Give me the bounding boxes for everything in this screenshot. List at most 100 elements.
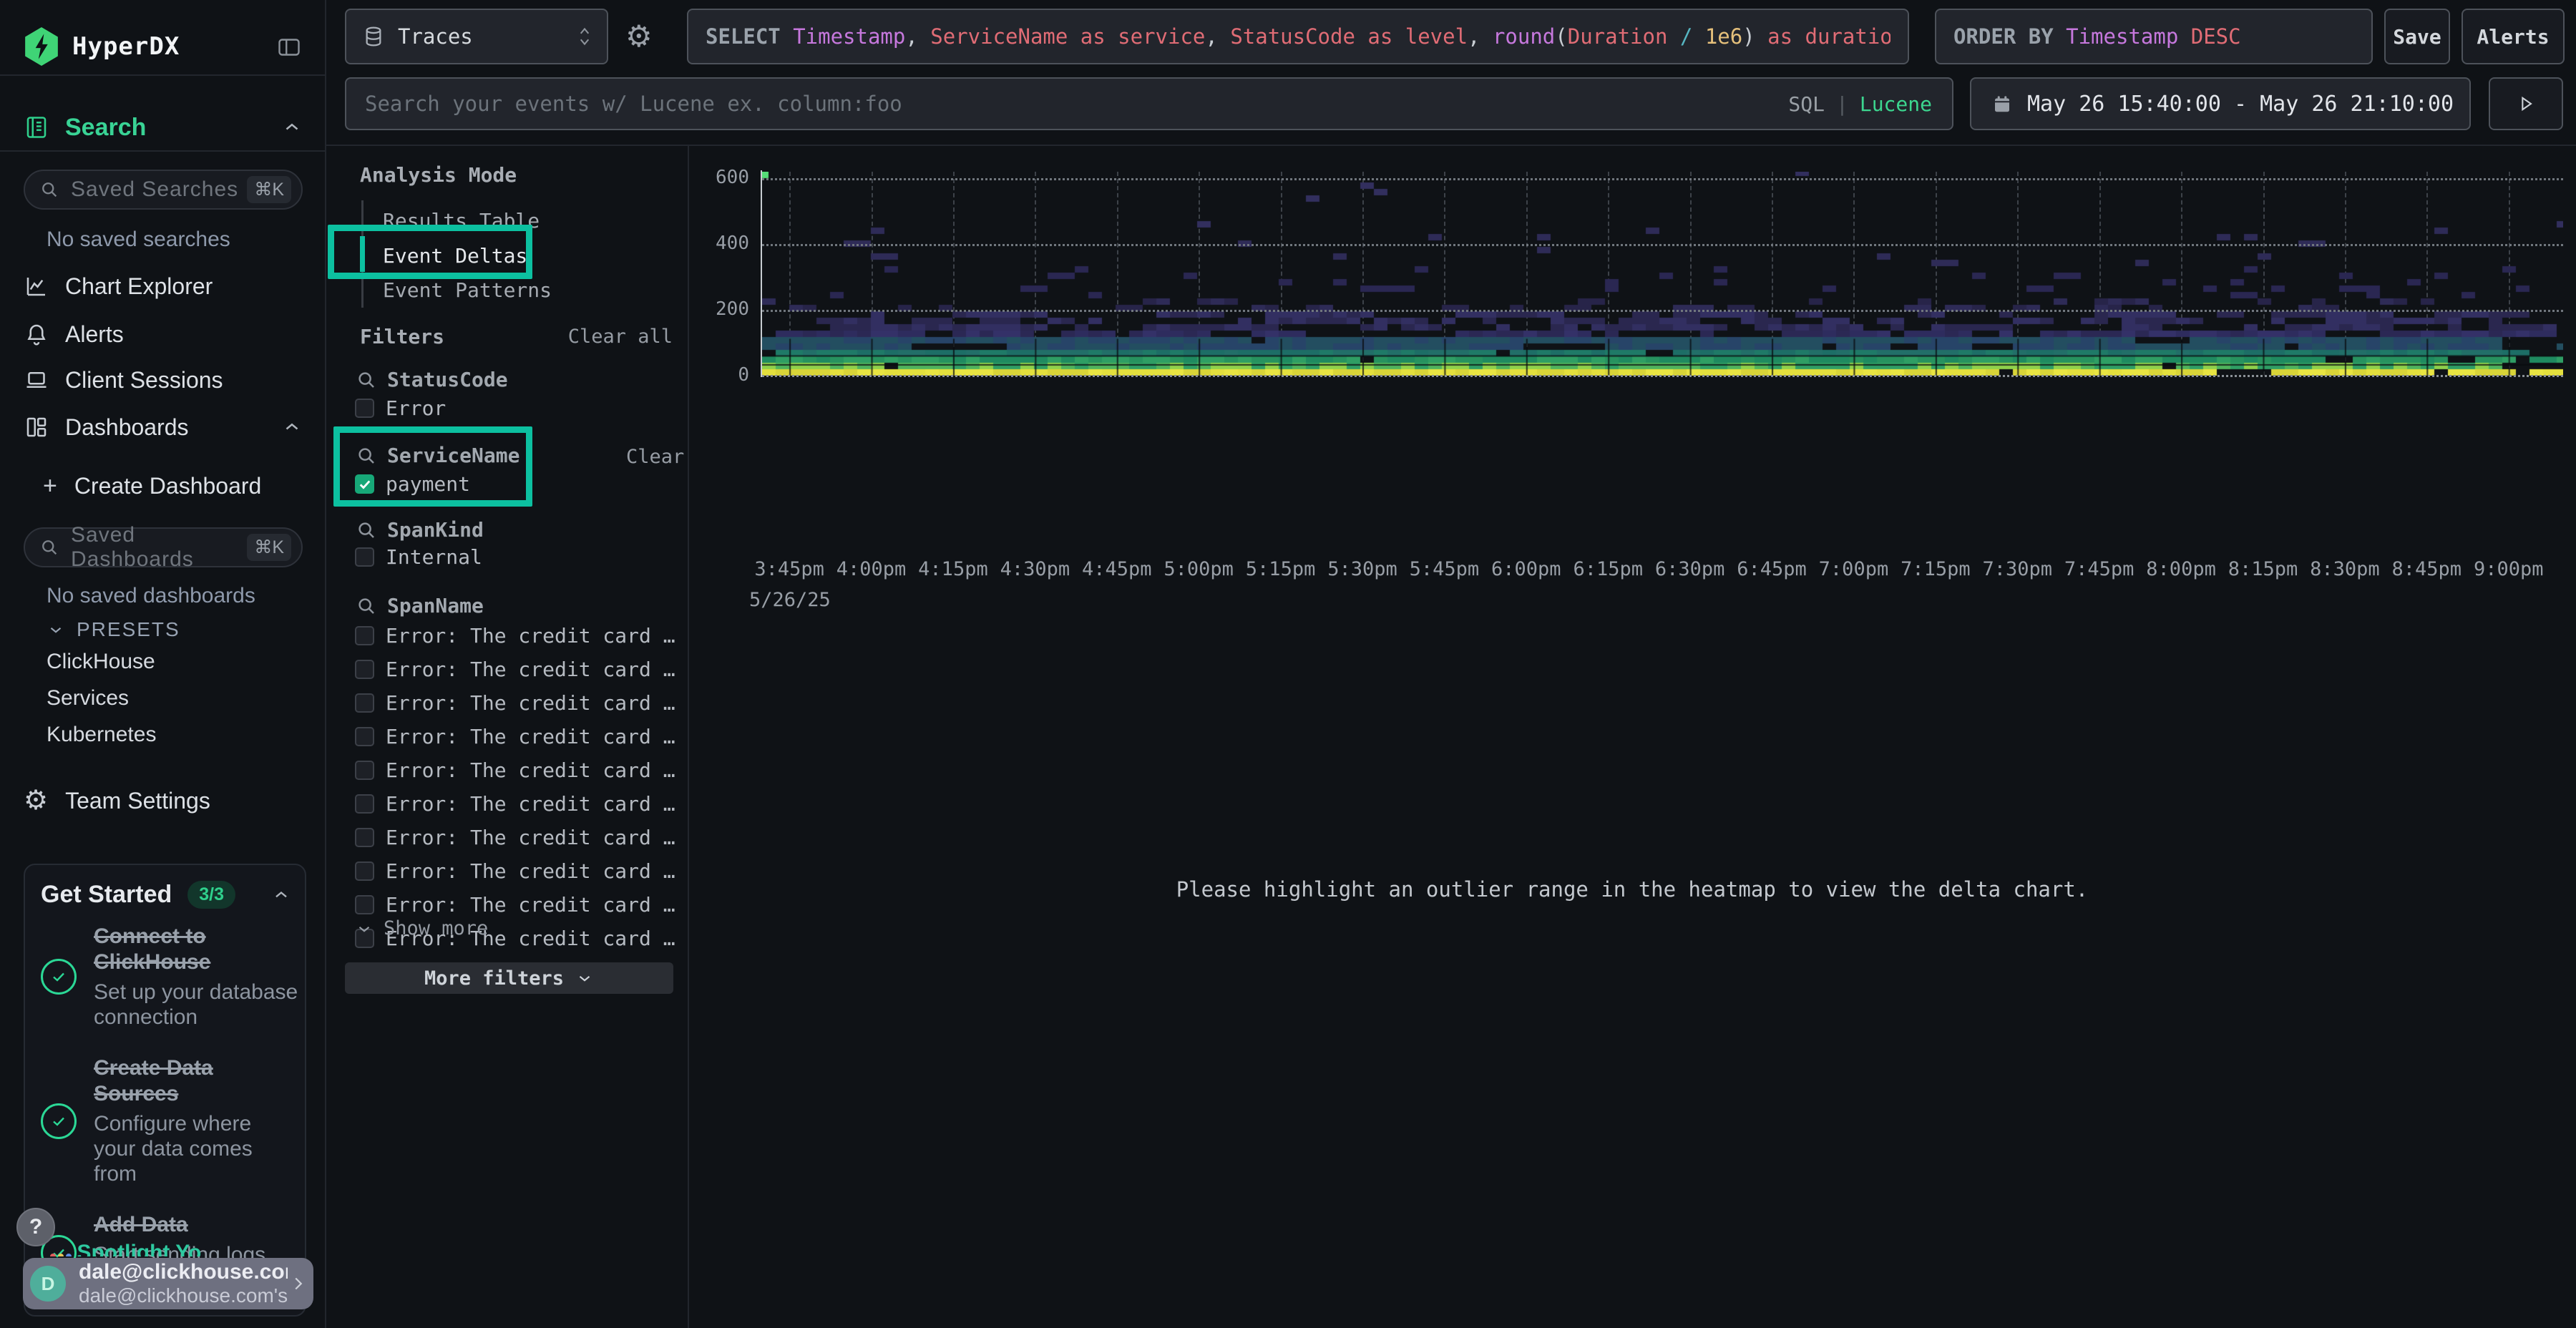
database-icon <box>362 25 385 48</box>
sidebar-item-search[interactable]: Search <box>24 106 303 149</box>
filter-option-spanname[interactable]: Error: The credit card … <box>355 725 675 748</box>
preset-item[interactable]: ClickHouse <box>47 650 156 674</box>
checkbox-unchecked[interactable] <box>355 828 374 847</box>
checkbox-unchecked[interactable] <box>355 727 374 746</box>
presets-label: PRESETS <box>77 618 180 641</box>
language-lucene-button[interactable]: Lucene <box>1860 92 1932 116</box>
mode-event-patterns[interactable]: Event Patterns <box>383 278 552 302</box>
event-search-input[interactable]: Search your events w/ Lucene ex. column:… <box>345 77 1953 130</box>
magnifier-icon[interactable] <box>356 445 377 467</box>
chevron-down-icon <box>47 620 65 639</box>
gear-icon: ⚙ <box>24 787 48 814</box>
date-range-picker[interactable]: May 26 15:40:00 - May 26 21:10:00 <box>1970 77 2471 130</box>
chevron-up-icon[interactable] <box>271 885 291 905</box>
delta-chart-placeholder: Please highlight an outlier range in the… <box>688 451 2576 1328</box>
nav-label: Chart Explorer <box>65 273 213 300</box>
sidebar-item-alerts[interactable]: Alerts <box>24 317 303 351</box>
saved-dashboards-input[interactable]: Saved Dashboards ⌘K <box>24 527 303 567</box>
filter-option-spanname[interactable]: Error: The credit card … <box>355 859 675 883</box>
filter-group-name: StatusCode <box>387 368 508 391</box>
filter-option-spanname[interactable]: Error: The credit card … <box>355 624 675 648</box>
chevron-down-icon <box>355 919 374 938</box>
sql-token: SELECT <box>706 24 793 49</box>
preset-item[interactable]: Kubernetes <box>47 723 156 747</box>
clear-all-button[interactable]: Clear all <box>562 326 673 348</box>
presets-toggle[interactable]: PRESETS <box>47 618 180 641</box>
sidebar-item-dashboards[interactable]: Dashboards <box>24 409 303 445</box>
filter-option-label: Error: The credit card … <box>386 758 675 782</box>
sidebar-item-chart-explorer[interactable]: Chart Explorer <box>24 269 303 303</box>
sidebar-collapse-icon[interactable] <box>276 34 302 60</box>
filter-option-spanname[interactable]: Error: The credit card … <box>355 792 675 816</box>
source-settings-gear-icon[interactable]: ⚙ <box>625 21 653 52</box>
nav-label: Client Sessions <box>65 367 223 394</box>
preset-item[interactable]: Services <box>47 686 156 711</box>
checkbox-unchecked[interactable] <box>355 660 374 679</box>
placeholder-message: Please highlight an outlier range in the… <box>1176 877 2089 902</box>
save-button[interactable]: Save <box>2384 9 2450 64</box>
magnifier-icon[interactable] <box>356 595 377 617</box>
user-menu[interactable]: D dale@clickhouse.com dale@clickhouse.co… <box>23 1258 313 1309</box>
alerts-button[interactable]: Alerts <box>2462 9 2565 64</box>
filter-option-spanname[interactable]: Error: The credit card … <box>355 826 675 849</box>
more-filters-button[interactable]: More filters <box>345 962 673 994</box>
filter-option-internal[interactable]: Internal <box>355 545 482 569</box>
sql-token: ORDER BY <box>1953 24 2066 49</box>
filter-option-spanname[interactable]: Error: The credit card … <box>355 691 675 715</box>
filter-option-label: Error: The credit card … <box>386 826 675 849</box>
filter-group-spankind: SpanKind <box>356 518 484 542</box>
create-dashboard-button[interactable]: + Create Dashboard <box>43 472 261 500</box>
checkbox-unchecked[interactable] <box>355 895 374 914</box>
search-journal-icon <box>24 114 49 140</box>
get-started-item[interactable]: Create Data Sources Configure where your… <box>41 1055 298 1186</box>
get-started-item[interactable]: Connect to ClickHouse Set up your databa… <box>41 924 298 1030</box>
get-started-item-title: Add Data <box>94 1212 298 1238</box>
select-clause-input[interactable]: SELECT Timestamp, ServiceName as service… <box>687 9 1909 64</box>
get-started-header[interactable]: Get Started 3/3 <box>41 881 291 909</box>
magnifier-icon[interactable] <box>356 519 377 541</box>
x-axis-line <box>762 375 2563 377</box>
clear-servicename-button[interactable]: Clear <box>626 446 683 468</box>
more-filters-label: More filters <box>424 967 564 990</box>
language-toggle: SQL | Lucene <box>1788 92 1932 116</box>
order-by-input[interactable]: ORDER BY Timestamp DESC <box>1935 9 2373 64</box>
sql-token: Timestamp <box>793 24 905 49</box>
checkbox-unchecked[interactable] <box>355 794 374 814</box>
source-select[interactable]: Traces <box>345 9 608 64</box>
checkbox-unchecked[interactable] <box>355 761 374 780</box>
language-sql-button[interactable]: SQL <box>1788 92 1825 116</box>
filter-option-payment[interactable]: payment <box>355 472 470 496</box>
saved-searches-input[interactable]: Saved Searches ⌘K <box>24 170 303 210</box>
saved-dashboards-placeholder: Saved Dashboards <box>71 523 247 572</box>
filter-group-name: SpanName <box>387 594 484 617</box>
mode-results-table[interactable]: Results Table <box>383 209 540 233</box>
run-query-button[interactable] <box>2489 77 2563 130</box>
filter-option-label: Error: The credit card … <box>386 691 675 715</box>
filter-option-label: Error: The credit card … <box>386 893 675 917</box>
checkbox-unchecked[interactable] <box>355 547 374 567</box>
checkbox-checked[interactable] <box>355 474 374 494</box>
help-button[interactable]: ? <box>16 1208 55 1246</box>
get-started-badge: 3/3 <box>187 881 235 909</box>
checkbox-unchecked[interactable] <box>355 861 374 881</box>
chevron-up-icon[interactable] <box>281 117 303 138</box>
filter-group-statuscode: StatusCode <box>356 368 508 391</box>
magnifier-icon[interactable] <box>356 369 377 391</box>
checkbox-unchecked[interactable] <box>355 693 374 713</box>
presets-list: ClickHouse Services Kubernetes <box>47 650 156 747</box>
checkbox-unchecked[interactable] <box>355 399 374 418</box>
mode-event-deltas[interactable]: Event Deltas <box>383 244 527 268</box>
latency-heatmap-canvas[interactable] <box>762 172 2563 376</box>
show-more-button[interactable]: Show more <box>355 917 488 939</box>
filter-option-spanname[interactable]: Error: The credit card … <box>355 893 675 917</box>
sidebar-item-client-sessions[interactable]: Client Sessions <box>24 363 303 397</box>
filter-option-spanname[interactable]: Error: The credit card … <box>355 758 675 782</box>
chevron-up-icon[interactable] <box>281 416 303 438</box>
checkbox-unchecked[interactable] <box>355 626 374 645</box>
show-more-label: Show more <box>384 917 488 939</box>
sidebar-item-team-settings[interactable]: ⚙ Team Settings <box>24 787 210 814</box>
event-search-placeholder: Search your events w/ Lucene ex. column:… <box>365 92 902 116</box>
filter-option-spanname[interactable]: Error: The credit card … <box>355 658 675 681</box>
language-separator: | <box>1836 92 1848 116</box>
filter-option-error[interactable]: Error <box>355 396 446 420</box>
